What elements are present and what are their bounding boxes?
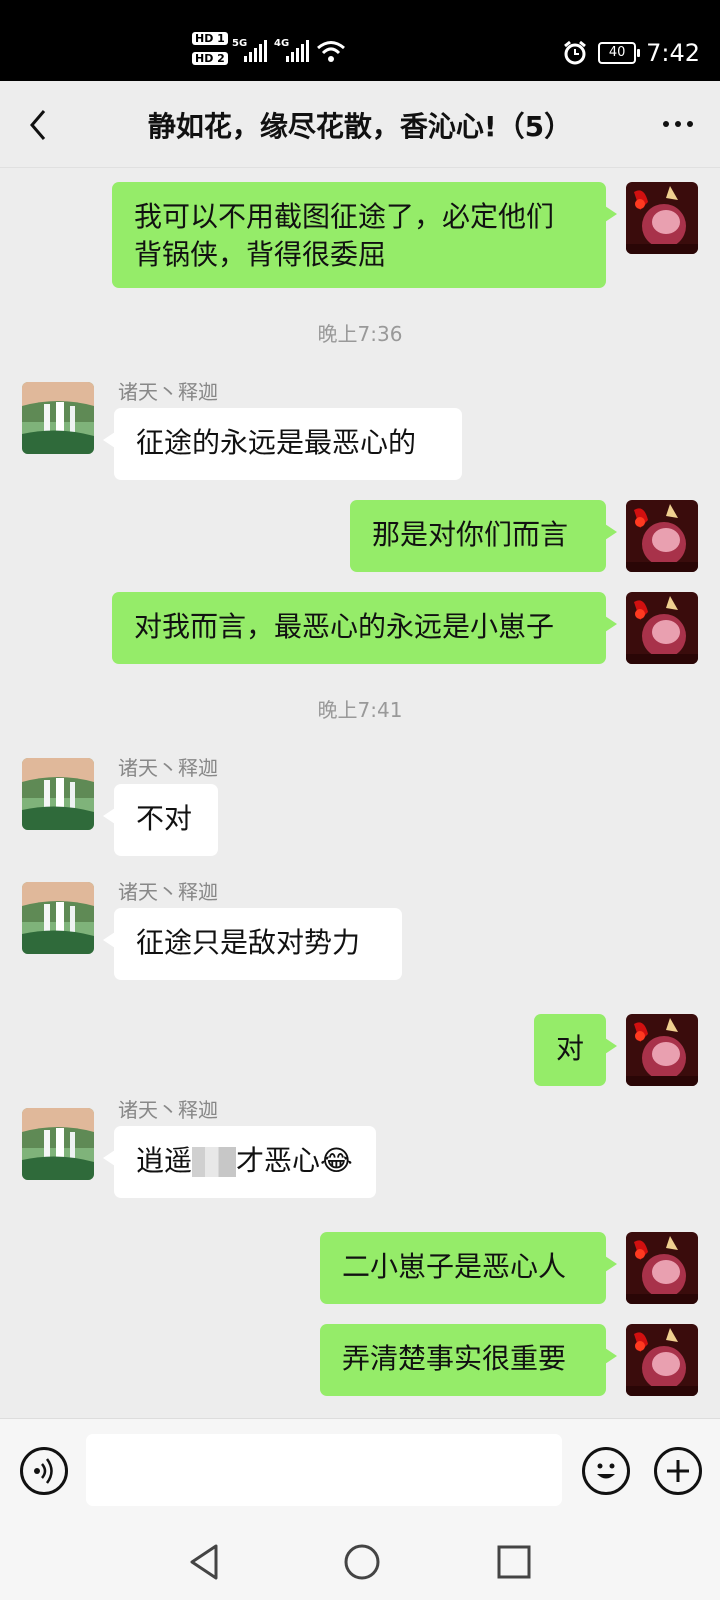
sender-avatar[interactable]: [22, 758, 94, 830]
my-message-bubble[interactable]: 弄清楚事实很重要: [320, 1324, 617, 1396]
my-message-bubble[interactable]: 二小崽子是恶心人: [320, 1232, 617, 1304]
avatar-image: [626, 592, 698, 664]
chat-header: 静如花，缘尽花散，香沁心!（5）: [0, 81, 720, 168]
wifi-icon: [317, 41, 345, 62]
nav-recent-icon[interactable]: [496, 1544, 532, 1580]
avatar-image: [626, 1324, 698, 1396]
laughing-emoji: 😂: [320, 1144, 353, 1177]
input-bar: [0, 1418, 720, 1525]
message-text: 二小崽子是恶心人: [342, 1250, 567, 1283]
avatar-image: [22, 882, 94, 954]
message-text: 对我而言，最恶心的永远是小崽子: [134, 610, 555, 643]
emoji-icon: [597, 1463, 615, 1479]
sim2-badge: HD 2: [192, 52, 228, 65]
my-message-bubble[interactable]: 那是对你们而言: [350, 500, 617, 572]
my-avatar[interactable]: [626, 182, 698, 254]
my-message-bubble[interactable]: 对我而言，最恶心的永远是小崽子: [112, 592, 617, 664]
message-text: 征途的永远是最恶心的: [136, 426, 417, 459]
plus-icon: [667, 1460, 689, 1482]
nav-back-icon[interactable]: [186, 1542, 222, 1582]
more-button[interactable]: [658, 109, 698, 139]
clock: 7:42: [646, 39, 700, 67]
message-text: 对: [556, 1032, 585, 1065]
avatar-image: [626, 182, 698, 254]
incoming-message-bubble[interactable]: 不对: [103, 784, 218, 856]
message-input[interactable]: [86, 1434, 562, 1506]
sender-name: 诸天丶释迦: [118, 756, 218, 780]
my-avatar[interactable]: [626, 500, 698, 572]
message-text: 逍遥: [136, 1144, 193, 1177]
sender-avatar[interactable]: [22, 382, 94, 454]
sender-name: 诸天丶释迦: [118, 1098, 218, 1122]
incoming-message-bubble[interactable]: 征途的永远是最恶心的: [103, 408, 462, 480]
plus-button[interactable]: [654, 1447, 702, 1495]
my-avatar[interactable]: [626, 1324, 698, 1396]
message-text: 不对: [136, 802, 193, 835]
my-avatar[interactable]: [626, 592, 698, 664]
message-text: 才恶心: [236, 1144, 321, 1177]
avatar-image: [22, 1108, 94, 1180]
my-message-bubble[interactable]: 我可以不用截图征途了，必定他们 背锅侠，背得很委屈: [112, 182, 617, 288]
nav-home-icon[interactable]: [342, 1542, 382, 1582]
message-text: 征途只是敌对势力: [136, 926, 361, 959]
chevron-left-icon: [30, 110, 46, 140]
message-list[interactable]: 我可以不用截图征途了，必定他们 背锅侠，背得很委屈 晚上7:36 诸天丶释迦 征…: [0, 168, 720, 1418]
sim1-badge: HD 1: [192, 32, 228, 45]
timestamp: 晚上7:36: [317, 322, 403, 346]
alarm-icon: [564, 40, 587, 65]
voice-icon: [34, 1458, 53, 1484]
chat-title: 静如花，缘尽花散，香沁心!（5）: [147, 110, 573, 143]
avatar-image: [22, 758, 94, 830]
battery-indicator: 40: [598, 42, 641, 64]
system-nav-bar: [0, 1524, 720, 1600]
incoming-message-bubble[interactable]: 征途只是敌对势力: [103, 908, 402, 980]
signal-icon: [244, 40, 267, 62]
avatar-image: [626, 1232, 698, 1304]
voice-button[interactable]: [20, 1447, 68, 1495]
avatar-image: [626, 500, 698, 572]
message-text-line: 我可以不用截图征途了，必定他们: [134, 200, 555, 233]
status-bar: HD 1 HD 2 5G 4G 40 7:42: [0, 0, 720, 81]
redacted-text: [192, 1147, 237, 1177]
my-avatar[interactable]: [626, 1232, 698, 1304]
avatar-image: [22, 382, 94, 454]
sender-avatar[interactable]: [22, 882, 94, 954]
more-icon: [663, 121, 693, 127]
network-indicators: HD 1 HD 2 5G 4G: [192, 30, 352, 70]
sender-name: 诸天丶释迦: [118, 380, 218, 404]
emoji-button[interactable]: [582, 1447, 630, 1495]
message-text: 弄清楚事实很重要: [342, 1342, 567, 1375]
back-button[interactable]: [20, 105, 60, 145]
message-text: 那是对你们而言: [372, 518, 569, 551]
avatar-image: [626, 1014, 698, 1086]
incoming-message-bubble[interactable]: 逍遥 才恶心😂: [103, 1126, 376, 1198]
message-text-line: 背锅侠，背得很委屈: [134, 238, 387, 271]
timestamp: 晚上7:41: [317, 698, 403, 722]
my-message-bubble[interactable]: 对: [534, 1014, 617, 1086]
status-right: 40 7:42: [562, 36, 700, 70]
signal-icon-2: [286, 40, 309, 62]
sender-name: 诸天丶释迦: [118, 880, 218, 904]
my-avatar[interactable]: [626, 1014, 698, 1086]
sender-avatar[interactable]: [22, 1108, 94, 1180]
